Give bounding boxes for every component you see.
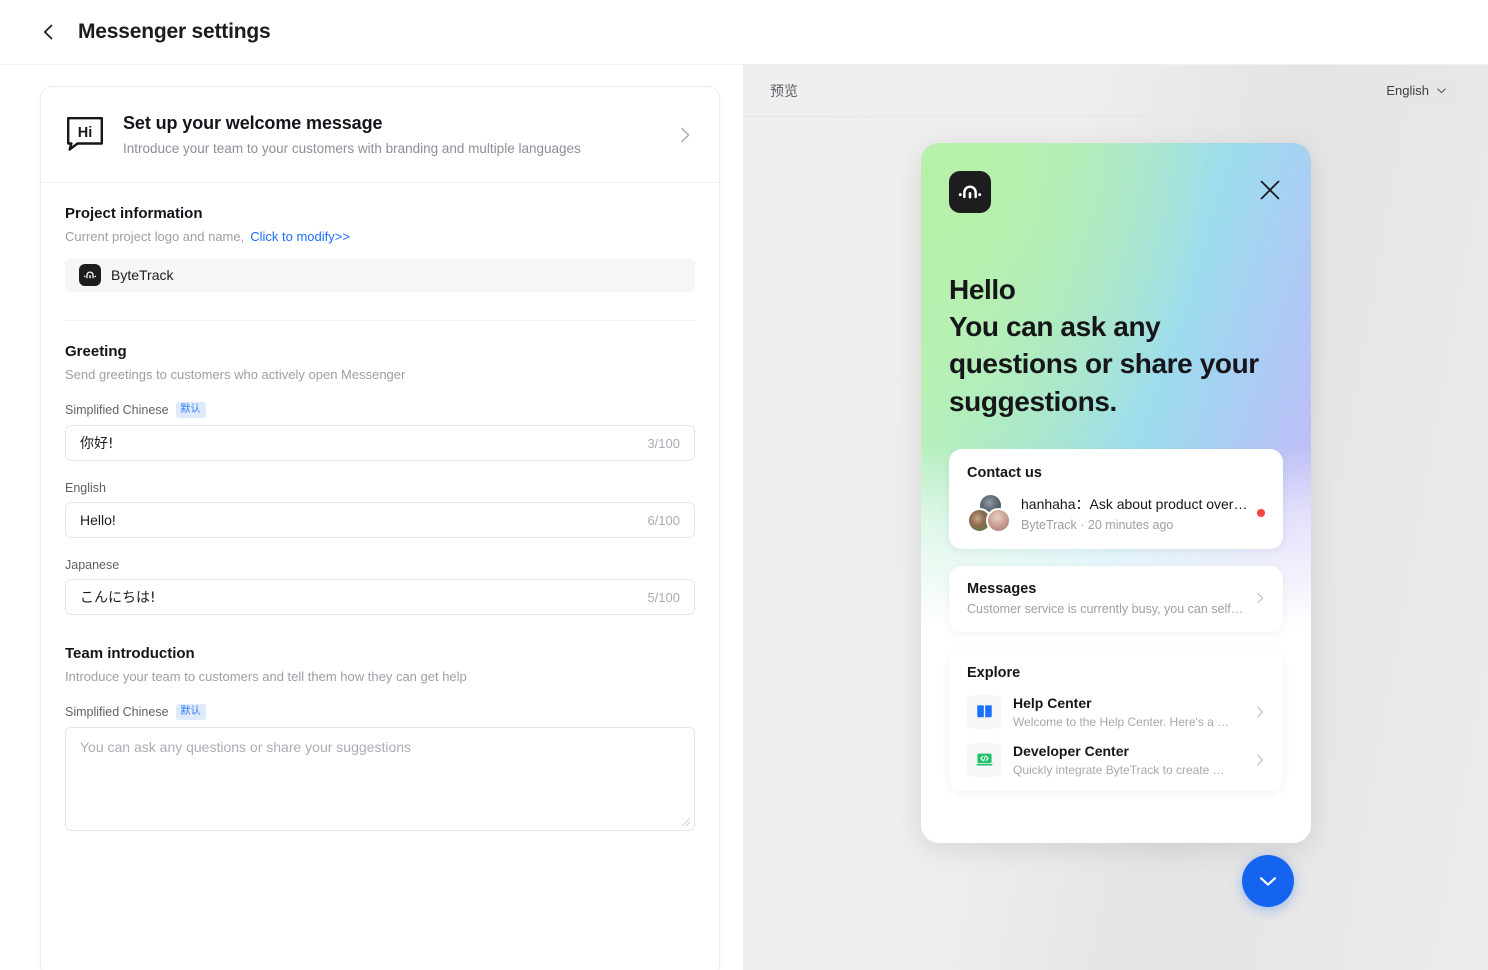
welcome-text-block: Set up your welcome message Introduce yo…: [123, 113, 675, 156]
explore-item-help-center[interactable]: Help Center Welcome to the Help Center. …: [967, 694, 1267, 729]
greeting-lang-label-ja: Japanese: [65, 558, 695, 572]
team-introduction-section: Team introduction Introduce your team to…: [65, 645, 695, 831]
divider: [65, 320, 695, 321]
code-laptop-icon: [967, 742, 1001, 777]
project-name: ByteTrack: [111, 267, 174, 283]
contact-text-block: hanhaha：Ask about product over… ByteTrac…: [1021, 494, 1249, 532]
greeting-input-en[interactable]: Hello! 6/100: [65, 502, 695, 538]
greeting-lang-label-en: English: [65, 481, 695, 495]
project-information-subrow: Current project logo and name, Click to …: [65, 229, 695, 244]
preview-language-select[interactable]: English: [1376, 77, 1456, 104]
greeting-count-en: 6/100: [647, 512, 680, 528]
help-center-subtitle: Welcome to the Help Center. Here's a …: [1013, 714, 1230, 729]
widget-heading-line2: You can ask any questions or share your …: [949, 311, 1259, 417]
click-to-modify-link[interactable]: Click to modify>>: [250, 229, 350, 244]
contact-us-card[interactable]: Contact us hanhaha：Ask about product ove…: [949, 448, 1283, 549]
project-row[interactable]: ByteTrack: [65, 258, 695, 292]
greeting-value-zh: 你好!: [80, 436, 114, 452]
greeting-input-zh[interactable]: 你好! 3/100: [65, 425, 695, 461]
help-center-title: Help Center: [1013, 694, 1092, 711]
welcome-message-row[interactable]: Hi Set up your welcome message Introduce…: [41, 87, 719, 183]
preview-language-value: English: [1386, 83, 1429, 98]
back-button[interactable]: [32, 15, 66, 49]
collapse-widget-button[interactable]: [1242, 855, 1294, 907]
greeting-count-zh: 3/100: [647, 435, 680, 451]
project-information-section: Project information Current project logo…: [65, 205, 695, 292]
chevron-right-icon: [1257, 754, 1264, 766]
contact-message: hanhaha：Ask about product over…: [1021, 495, 1248, 512]
widget-heading-line1: Hello: [949, 274, 1016, 305]
developer-center-subtitle: Quickly integrate ByteTrack to create …: [1013, 762, 1225, 777]
explore-item-developer-center[interactable]: Developer Center Quickly integrate ByteT…: [967, 742, 1267, 777]
chevron-right-icon: [1257, 706, 1264, 718]
team-introduction-textarea[interactable]: You can ask any questions or share your …: [65, 727, 695, 831]
avatar-group-icon: [967, 492, 1011, 533]
team-introduction-title: Team introduction: [65, 645, 195, 662]
top-bar: Messenger settings: [0, 0, 1488, 65]
widget-content: Hello You can ask any questions or share…: [921, 143, 1311, 791]
messages-title: Messages: [967, 580, 1037, 597]
greeting-lang-zh: Simplified Chinese: [65, 403, 169, 417]
preview-label: 预览: [770, 83, 798, 100]
greeting-lang-ja: Japanese: [65, 558, 120, 572]
widget-heading: Hello You can ask any questions or share…: [949, 271, 1293, 420]
contact-meta: ByteTrack · 20 minutes ago: [1021, 517, 1174, 532]
contact-conversation-row[interactable]: hanhaha：Ask about product over… ByteTrac…: [967, 492, 1267, 533]
chevron-right-icon: [1257, 593, 1264, 604]
greeting-count-ja: 5/100: [647, 589, 680, 605]
chevron-down-icon: [1437, 87, 1446, 93]
contact-us-title: Contact us: [967, 464, 1042, 481]
greeting-value-en: Hello!: [80, 512, 116, 528]
developer-center-text-block: Developer Center Quickly integrate ByteT…: [1013, 743, 1253, 777]
settings-panel: Hi Set up your welcome message Introduce…: [0, 65, 744, 970]
team-intro-lang: Simplified Chinese: [65, 705, 169, 719]
greeting-title: Greeting: [65, 343, 127, 360]
unread-dot: [1257, 508, 1265, 517]
widget-header: [949, 171, 1293, 213]
default-badge: 默认: [175, 704, 206, 720]
help-center-text-block: Help Center Welcome to the Help Center. …: [1013, 695, 1253, 729]
greeting-lang-en: English: [65, 481, 106, 495]
chevron-left-icon: [43, 24, 53, 40]
greeting-lang-label-zh: Simplified Chinese 默认: [65, 402, 695, 418]
welcome-subtitle: Introduce your team to your customers wi…: [123, 141, 581, 156]
svg-text:Hi: Hi: [78, 125, 93, 141]
messages-text-block: Messages Customer service is currently b…: [967, 581, 1253, 616]
bytetrack-logo-icon: [79, 264, 101, 286]
messages-card[interactable]: Messages Customer service is currently b…: [949, 565, 1283, 632]
settings-card-body: Project information Current project logo…: [41, 183, 719, 861]
greeting-value-ja: こんにちは!: [80, 590, 156, 606]
preview-panel: 预览 English Hello You can ask any questio…: [744, 65, 1488, 970]
messages-subtitle: Customer service is currently busy, you …: [967, 601, 1244, 616]
explore-card: Explore Help Center Welcome to the Help …: [949, 648, 1283, 791]
messenger-widget: Hello You can ask any questions or share…: [921, 143, 1311, 843]
team-introduction-subtitle: Introduce your team to customers and tel…: [65, 669, 467, 684]
greeting-subtitle: Send greetings to customers who actively…: [65, 367, 406, 382]
project-information-title: Project information: [65, 205, 203, 222]
greeting-input-ja[interactable]: こんにちは! 5/100: [65, 579, 695, 615]
bytetrack-logo-icon: [949, 171, 991, 213]
chevron-down-icon: [1259, 876, 1277, 886]
welcome-title: Set up your welcome message: [123, 113, 383, 133]
project-information-subtitle: Current project logo and name,: [65, 229, 245, 244]
default-badge: 默认: [175, 402, 206, 418]
page-title: Messenger settings: [78, 20, 271, 43]
developer-center-title: Developer Center: [1013, 742, 1129, 759]
explore-title: Explore: [967, 664, 1021, 681]
team-introduction-placeholder: You can ask any questions or share your …: [80, 739, 412, 755]
settings-card: Hi Set up your welcome message Introduce…: [40, 86, 720, 970]
resize-grip-icon[interactable]: [681, 817, 691, 827]
chevron-right-icon: [681, 127, 690, 142]
close-icon[interactable]: [1257, 177, 1283, 203]
hi-speech-bubble-icon: Hi: [67, 116, 103, 151]
open-book-icon: [967, 694, 1001, 729]
preview-header: 预览 English: [744, 65, 1488, 117]
avatar: [986, 507, 1011, 533]
team-intro-lang-label: Simplified Chinese 默认: [65, 704, 695, 720]
greeting-section: Greeting Send greetings to customers who…: [65, 343, 695, 615]
